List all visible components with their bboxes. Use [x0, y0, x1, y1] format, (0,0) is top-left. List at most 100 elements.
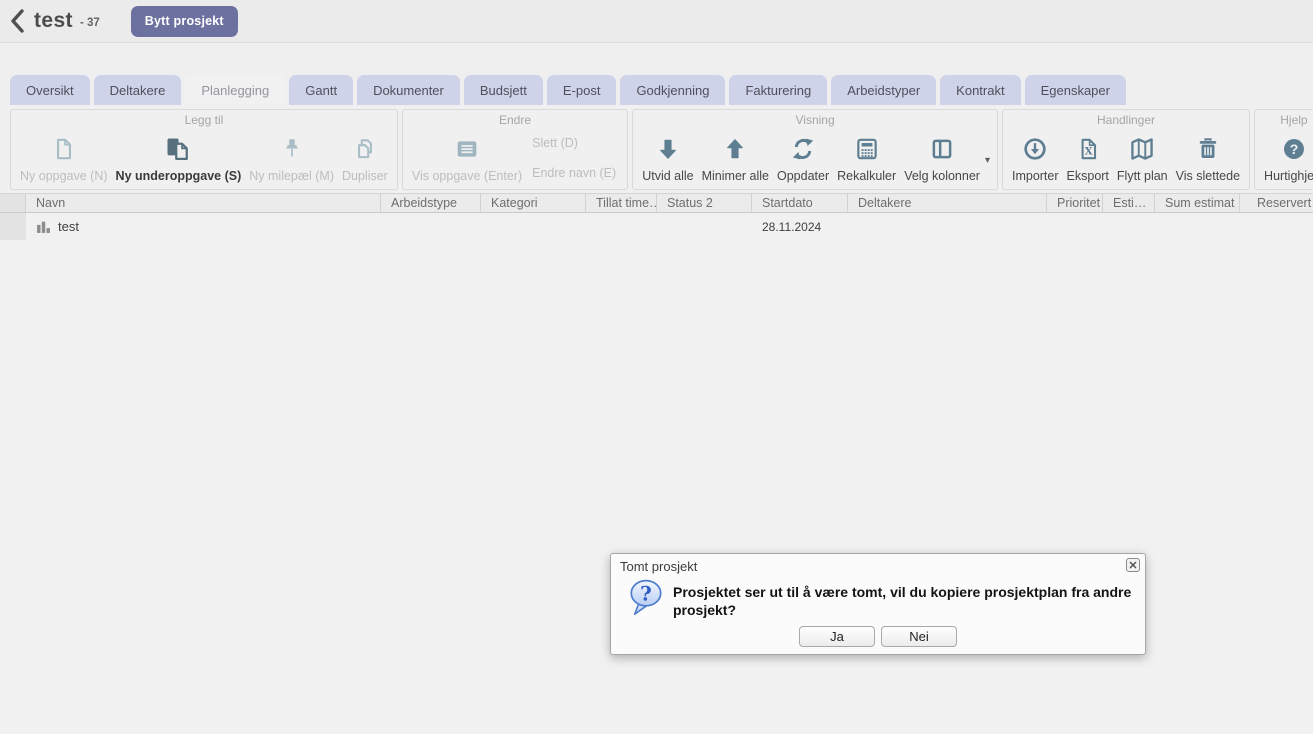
- table-row[interactable]: test 28.11.2024: [0, 213, 1313, 240]
- button-label: Oppdater: [777, 169, 829, 186]
- empty-project-dialog: Tomt prosjekt ? Prosjektet ser ut til å …: [610, 553, 1146, 655]
- ribbon-group-handlinger: Handlinger Importer X: [1002, 109, 1250, 190]
- refresh-icon: [790, 131, 816, 167]
- tab-arbeidstyper[interactable]: Arbeidstyper: [831, 75, 936, 105]
- button-label: Ny oppgave (N): [20, 169, 108, 186]
- refresh-button[interactable]: Oppdater: [773, 128, 833, 186]
- recalculate-button[interactable]: Rekalkuler: [833, 128, 900, 186]
- button-label: Utvid alle: [642, 169, 693, 186]
- column-header-sum-estimat[interactable]: Sum estimat: [1155, 194, 1240, 212]
- column-header-navn[interactable]: Navn: [26, 194, 381, 212]
- milestone-pin-icon: [279, 131, 305, 167]
- button-label: Ny underoppgave (S): [116, 169, 242, 186]
- export-button[interactable]: X Eksport: [1063, 128, 1113, 186]
- column-header-tillat-timer[interactable]: Tillat time…: [586, 194, 657, 212]
- export-icon: X: [1075, 131, 1101, 167]
- column-header-startdato[interactable]: Startdato: [752, 194, 848, 212]
- page-title: test: [34, 9, 73, 33]
- tab-epost[interactable]: E-post: [547, 75, 617, 105]
- ribbon-toolbar: Legg til Ny oppgave (N): [0, 105, 1313, 193]
- tab-godkjenning[interactable]: Godkjenning: [620, 75, 725, 105]
- switch-project-button[interactable]: Bytt prosjekt: [131, 6, 238, 37]
- group-title: Hjelp: [1255, 110, 1313, 127]
- tab-deltakere[interactable]: Deltakere: [94, 75, 182, 105]
- tab-planlegging[interactable]: Planlegging: [185, 75, 285, 105]
- group-title: Handlinger: [1003, 110, 1249, 127]
- column-header-arbeidstype[interactable]: Arbeidstype: [381, 194, 481, 212]
- arrow-down-icon: [655, 131, 681, 167]
- ribbon-group-visning: Visning Utvid alle Minimer alle: [632, 109, 998, 190]
- dialog-title: Tomt prosjekt: [620, 559, 697, 574]
- calculator-icon: [854, 131, 880, 167]
- svg-text:?: ?: [640, 582, 652, 606]
- button-label: Eksport: [1067, 169, 1109, 186]
- table-header: Navn Arbeidstype Kategori Tillat time… S…: [0, 193, 1313, 213]
- column-header-kategori[interactable]: Kategori: [481, 194, 586, 212]
- trash-icon: [1195, 131, 1221, 167]
- rename-button: Endre navn (E): [532, 166, 616, 180]
- new-subtask-button[interactable]: Ny underoppgave (S): [112, 128, 246, 186]
- column-header-reservert[interactable]: Reservert: [1240, 194, 1313, 212]
- ribbon-group-hjelp: Hjelp ? Hurtighjelp: [1254, 109, 1313, 190]
- button-label: Vis slettede: [1176, 169, 1240, 186]
- quick-help-button[interactable]: ? Hurtighjelp: [1260, 128, 1313, 186]
- header-bar: test - 37 Bytt prosjekt: [0, 0, 1313, 43]
- column-header-deltakere[interactable]: Deltakere: [848, 194, 1047, 212]
- button-label: Flytt plan: [1117, 169, 1168, 186]
- task-startdato: 28.11.2024: [752, 213, 848, 240]
- button-label: Rekalkuler: [837, 169, 896, 186]
- svg-text:?: ?: [1290, 141, 1299, 157]
- yes-button[interactable]: Ja: [799, 626, 875, 647]
- expand-all-button[interactable]: Utvid alle: [638, 128, 697, 186]
- ribbon-group-endre: Endre Vis oppgave (Enter) Slett (D: [402, 109, 628, 190]
- show-deleted-button[interactable]: Vis slettede: [1172, 128, 1244, 186]
- button-label: Ny milepæl (M): [249, 169, 334, 186]
- tab-budsjett[interactable]: Budsjett: [464, 75, 543, 105]
- tab-egenskaper[interactable]: Egenskaper: [1025, 75, 1126, 105]
- column-header-prioritet[interactable]: Prioritet: [1047, 194, 1103, 212]
- import-button[interactable]: Importer: [1008, 128, 1063, 186]
- tab-dokumenter[interactable]: Dokumenter: [357, 75, 460, 105]
- question-bubble-icon: ?: [628, 578, 664, 620]
- no-button[interactable]: Nei: [881, 626, 957, 647]
- view-task-button: Vis oppgave (Enter): [408, 128, 526, 186]
- new-subtask-icon: [164, 131, 192, 167]
- tab-oversikt[interactable]: Oversikt: [10, 75, 90, 105]
- button-label: Dupliser: [342, 169, 388, 186]
- move-plan-button[interactable]: Flytt plan: [1113, 128, 1172, 186]
- group-title: Endre: [403, 110, 627, 127]
- button-label: Importer: [1012, 169, 1059, 186]
- view-task-icon: [453, 131, 481, 167]
- chevron-left-icon: [8, 8, 28, 34]
- collapse-all-button[interactable]: Minimer alle: [698, 128, 773, 186]
- column-header-selector[interactable]: [0, 194, 26, 212]
- dialog-close-button[interactable]: [1126, 558, 1140, 572]
- choose-columns-button[interactable]: Velg kolonner: [900, 128, 984, 186]
- tab-kontrakt[interactable]: Kontrakt: [940, 75, 1020, 105]
- chevron-down-icon[interactable]: ▾: [985, 155, 990, 166]
- button-label: Minimer alle: [702, 169, 769, 186]
- tab-gantt[interactable]: Gantt: [289, 75, 353, 105]
- content-area: [0, 241, 1313, 734]
- import-icon: [1022, 131, 1048, 167]
- dialog-message: Prosjektet ser ut til å være tomt, vil d…: [673, 584, 1135, 619]
- new-task-button: Ny oppgave (N): [16, 128, 112, 186]
- back-button[interactable]: [6, 7, 30, 35]
- project-number: - 37: [80, 17, 100, 29]
- project-icon: [36, 219, 51, 234]
- map-icon: [1128, 131, 1156, 167]
- tab-fakturering[interactable]: Fakturering: [729, 75, 827, 105]
- group-title: Legg til: [11, 110, 397, 127]
- group-title: Visning: [633, 110, 997, 127]
- column-header-estimat[interactable]: Esti…: [1103, 194, 1155, 212]
- help-icon: ?: [1281, 131, 1307, 167]
- button-label: Velg kolonner: [904, 169, 980, 186]
- button-label: Vis oppgave (Enter): [412, 169, 522, 186]
- button-label: Hurtighjelp: [1264, 169, 1313, 186]
- new-milestone-button: Ny milepæl (M): [245, 128, 338, 186]
- tab-bar: Oversikt Deltakere Planlegging Gantt Dok…: [0, 75, 1313, 105]
- new-task-icon: [51, 131, 77, 167]
- svg-text:X: X: [1084, 145, 1092, 157]
- task-name: test: [58, 219, 79, 234]
- column-header-status-2[interactable]: Status 2: [657, 194, 752, 212]
